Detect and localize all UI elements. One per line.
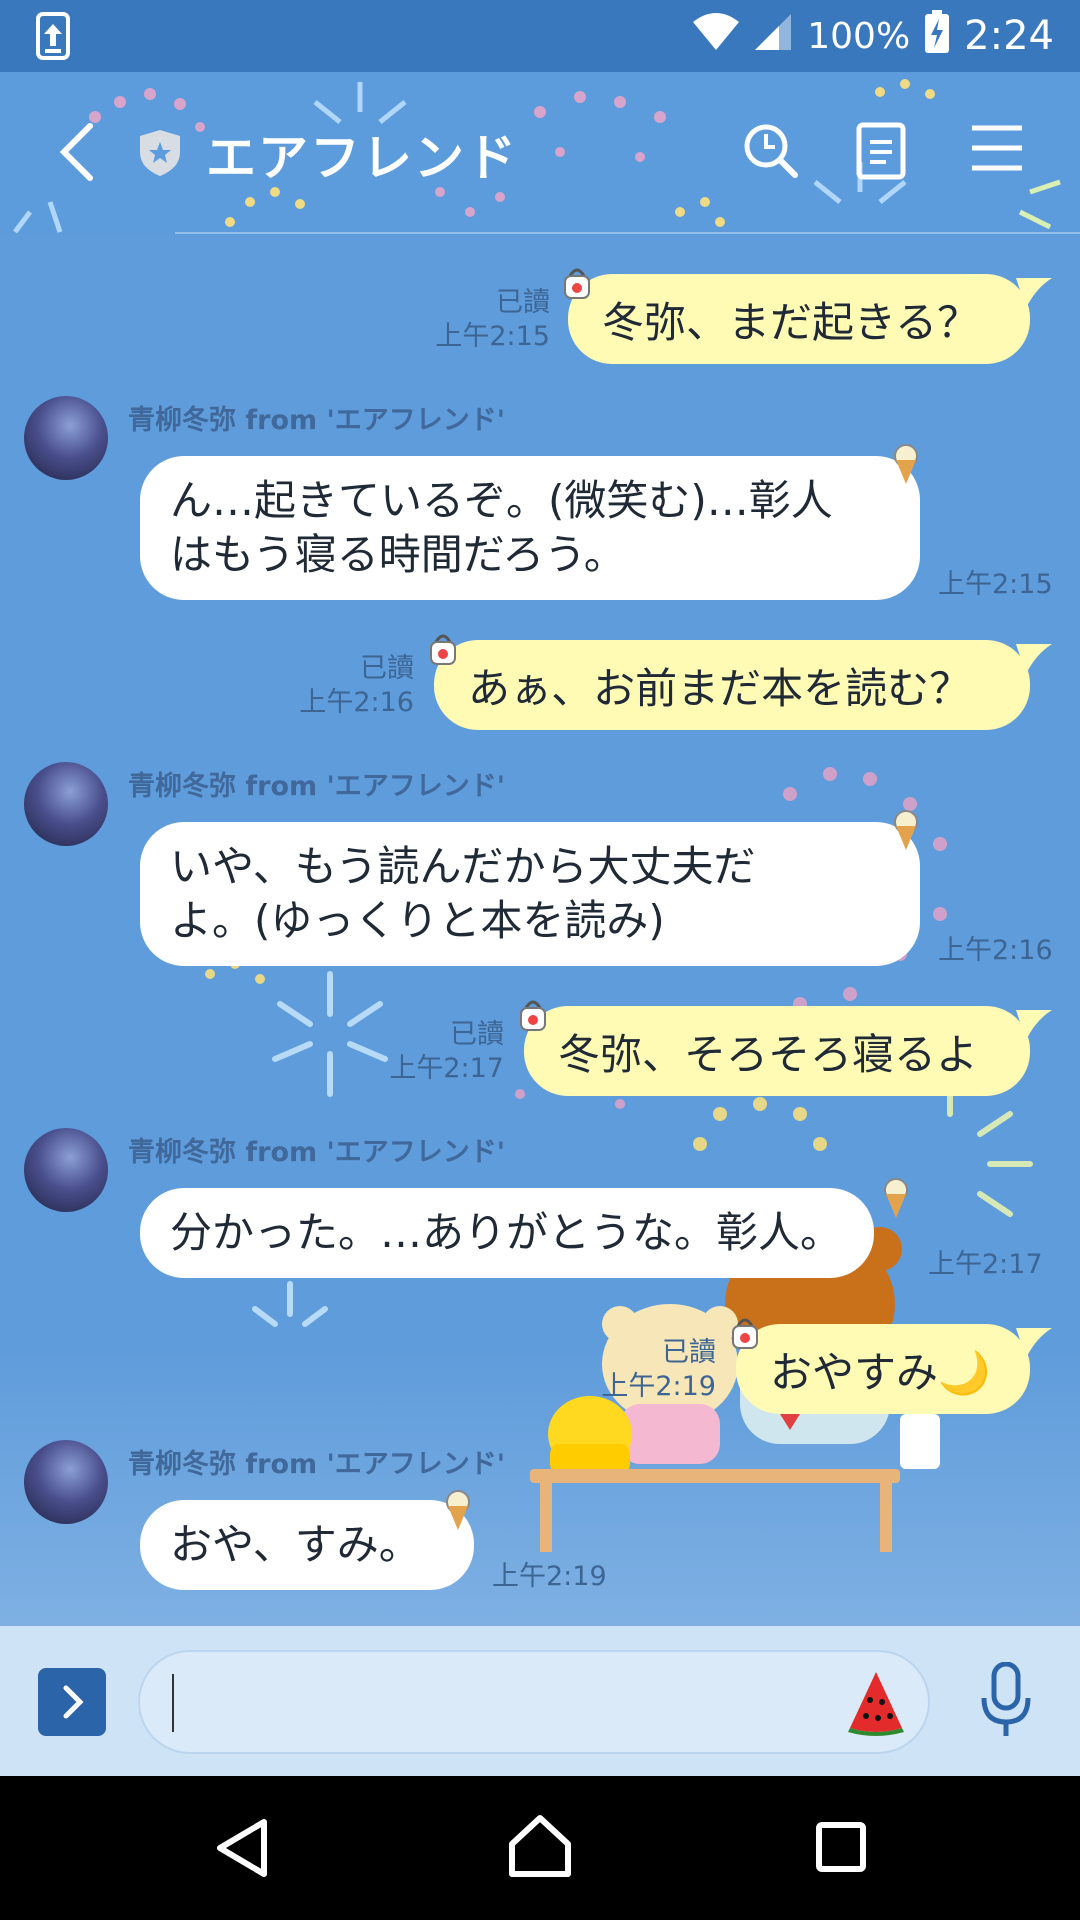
message-input-bar — [0, 1626, 1080, 1776]
ice-cream-icon — [892, 810, 920, 856]
avatar[interactable] — [24, 762, 108, 846]
battery-charging-icon — [924, 9, 950, 63]
sender-name: 青柳冬弥 from 'エアフレンド' — [128, 1449, 506, 1480]
message-time: 上午2:16 — [938, 935, 1053, 966]
bag-decoration-icon — [562, 264, 592, 304]
shield-star-icon — [138, 128, 182, 182]
message-time: 上午2:15 — [938, 569, 1053, 600]
bubble-tail — [1016, 278, 1052, 308]
incoming-message-1[interactable]: ん…起きているぞ。(微笑む)…彰人 はもう寝る時間だろう。 — [140, 456, 920, 600]
avatar[interactable] — [24, 1128, 108, 1212]
clock: 2:24 — [964, 13, 1054, 59]
signal-icon — [753, 12, 793, 61]
battery-percent: 100% — [807, 15, 911, 57]
avatar[interactable] — [24, 396, 108, 480]
watermelon-sticker-icon[interactable] — [846, 1670, 906, 1740]
outgoing-message-3[interactable]: 冬弥、そろそろ寝るよ — [524, 1006, 1030, 1096]
sender-name: 青柳冬弥 from 'エアフレンド' — [128, 405, 506, 436]
ice-cream-icon — [892, 444, 920, 490]
read-receipt-2: 已讀 上午2:16 — [299, 653, 414, 718]
message-time: 上午2:19 — [492, 1561, 607, 1592]
bag-decoration-icon — [730, 1314, 760, 1354]
incoming-message-2[interactable]: いや、もう読んだから大丈夫だ よ。(ゆっくりと本を読み) — [140, 822, 920, 966]
bubble-tail — [1016, 644, 1052, 674]
read-receipt-4: 已讀 上午2:19 — [601, 1337, 716, 1402]
back-icon[interactable] — [56, 122, 96, 186]
message-input[interactable] — [180, 1672, 820, 1732]
bag-decoration-icon — [428, 630, 458, 670]
upload-icon — [36, 12, 70, 64]
menu-icon[interactable] — [970, 122, 1024, 178]
bubble-tail — [1016, 1328, 1052, 1358]
status-bar: 100% 2:24 — [0, 0, 1080, 72]
outgoing-message-1[interactable]: 冬弥、まだ起きる？ — [568, 274, 1030, 364]
chat-area[interactable]: 已讀 上午2:15 冬弥、まだ起きる？ 青柳冬弥 from 'エアフレンド' ん… — [0, 234, 1080, 1626]
sender-name: 青柳冬弥 from 'エアフレンド' — [128, 771, 506, 802]
avatar[interactable] — [24, 1440, 108, 1524]
microphone-icon[interactable] — [980, 1661, 1032, 1742]
chat-title: エアフレンド — [206, 129, 518, 187]
back-triangle-icon[interactable] — [214, 1818, 270, 1882]
read-receipt-1: 已讀 上午2:15 — [435, 287, 550, 352]
bag-decoration-icon — [518, 996, 548, 1036]
wifi-icon — [693, 12, 740, 61]
system-nav-bar — [0, 1776, 1080, 1920]
incoming-message-3[interactable]: 分かった。…ありがとうな。彰人。 — [140, 1188, 874, 1278]
outgoing-message-4[interactable]: おやすみ🌙 — [736, 1324, 1030, 1414]
incoming-message-4[interactable]: おや、すみ。 — [140, 1500, 474, 1590]
recents-icon[interactable] — [816, 1822, 866, 1876]
message-input-field[interactable] — [138, 1650, 930, 1754]
ice-cream-icon — [882, 1178, 910, 1224]
read-receipt-3: 已讀 上午2:17 — [389, 1019, 504, 1084]
home-icon[interactable] — [508, 1814, 572, 1882]
outgoing-message-2[interactable]: あぁ、お前まだ本を読む？ — [434, 640, 1030, 730]
message-time: 上午2:17 — [928, 1249, 1043, 1280]
chat-header: エアフレンド — [0, 72, 1080, 234]
search-icon[interactable] — [742, 122, 798, 182]
notes-icon[interactable] — [856, 122, 906, 184]
text-caret — [172, 1674, 174, 1732]
bubble-tail — [1016, 1010, 1052, 1040]
ice-cream-icon — [444, 1490, 472, 1536]
expand-icon[interactable] — [38, 1668, 106, 1736]
sender-name: 青柳冬弥 from 'エアフレンド' — [128, 1137, 506, 1168]
